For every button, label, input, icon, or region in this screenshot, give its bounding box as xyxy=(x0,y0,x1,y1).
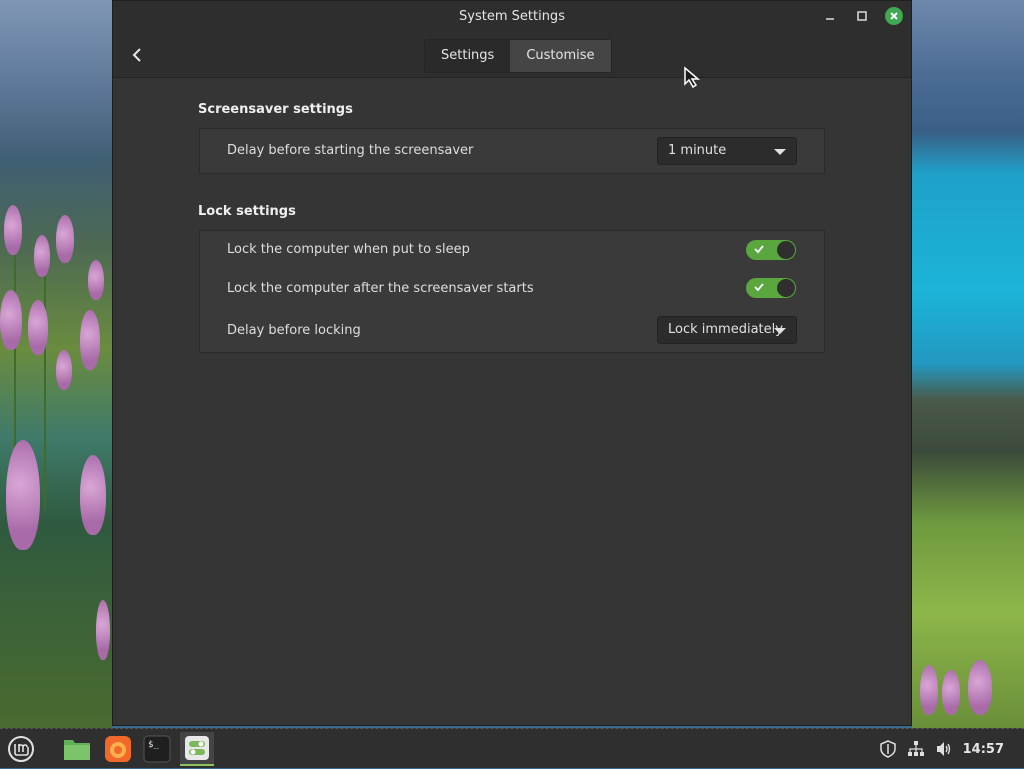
screensaver-delay-label: Delay before starting the screensaver xyxy=(227,143,474,158)
close-icon xyxy=(890,12,898,20)
window-title: System Settings xyxy=(459,9,565,24)
menu-button[interactable] xyxy=(4,732,38,766)
clock[interactable]: 14:57 xyxy=(963,742,1004,757)
lock-delay-row: Delay before locking Lock immediately xyxy=(200,309,824,353)
dropdown-arrow-icon xyxy=(774,328,786,334)
back-button[interactable] xyxy=(125,39,149,71)
firefox-icon xyxy=(105,736,131,762)
settings-content: Screensaver settings Delay before starti… xyxy=(113,78,911,725)
svg-text:$_: $_ xyxy=(148,740,159,750)
wallpaper-left xyxy=(0,0,112,728)
lock-after-screensaver-row: Lock the computer after the screensaver … xyxy=(200,269,824,309)
dropdown-arrow-icon xyxy=(774,149,786,155)
wallpaper-right xyxy=(912,0,1024,728)
lock-section-title: Lock settings xyxy=(198,204,296,219)
lock-panel: Lock the computer when put to sleep Lock… xyxy=(199,230,825,353)
screensaver-delay-value: 1 minute xyxy=(668,143,727,158)
screensaver-panel: Delay before starting the screensaver 1 … xyxy=(199,128,825,174)
system-tray: 14:57 xyxy=(879,729,1024,769)
maximize-button[interactable] xyxy=(853,7,871,25)
volume-icon[interactable] xyxy=(935,740,953,758)
lock-sleep-row: Lock the computer when put to sleep xyxy=(200,231,824,269)
check-icon xyxy=(754,283,764,292)
check-icon xyxy=(754,245,764,254)
window-titlebar[interactable]: System Settings Settings Customise xyxy=(113,1,911,78)
lock-delay-dropdown[interactable]: Lock immediately xyxy=(657,316,797,344)
minimize-button[interactable] xyxy=(821,7,839,25)
lock-delay-value: Lock immediately xyxy=(668,322,783,337)
lock-delay-label: Delay before locking xyxy=(227,323,361,338)
lock-sleep-label: Lock the computer when put to sleep xyxy=(227,242,470,257)
firefox-launcher[interactable] xyxy=(101,732,135,766)
system-settings-window: System Settings Settings Customise Scree… xyxy=(112,0,912,726)
window-controls xyxy=(821,7,903,25)
lock-after-screensaver-toggle[interactable] xyxy=(746,278,796,298)
toggle-knob xyxy=(777,241,795,259)
screensaver-delay-dropdown[interactable]: 1 minute xyxy=(657,137,797,165)
network-icon[interactable] xyxy=(907,740,925,758)
maximize-icon xyxy=(857,11,867,21)
screensaver-section-title: Screensaver settings xyxy=(198,102,353,117)
chevron-left-icon xyxy=(132,48,141,62)
settings-taskbar-item[interactable] xyxy=(180,732,214,766)
files-launcher[interactable] xyxy=(60,732,94,766)
close-button[interactable] xyxy=(885,7,903,25)
lock-sleep-toggle[interactable] xyxy=(746,240,796,260)
lock-after-screensaver-label: Lock the computer after the screensaver … xyxy=(227,281,534,296)
tab-customise[interactable]: Customise xyxy=(510,40,611,72)
tab-settings[interactable]: Settings xyxy=(425,40,511,72)
toggle-knob xyxy=(777,279,795,297)
terminal-launcher[interactable]: $_ xyxy=(140,732,174,766)
view-tabs: Settings Customise xyxy=(424,39,612,73)
taskbar: $_ 14:57 xyxy=(0,728,1024,768)
files-icon xyxy=(64,740,90,760)
mouse-cursor-icon xyxy=(684,66,701,89)
mint-menu-icon xyxy=(8,736,34,762)
screensaver-delay-row: Delay before starting the screensaver 1 … xyxy=(200,129,824,173)
minimize-icon xyxy=(826,18,834,20)
shield-icon[interactable] xyxy=(879,740,897,758)
terminal-icon: $_ xyxy=(143,735,171,763)
settings-toggle-icon xyxy=(185,736,209,760)
